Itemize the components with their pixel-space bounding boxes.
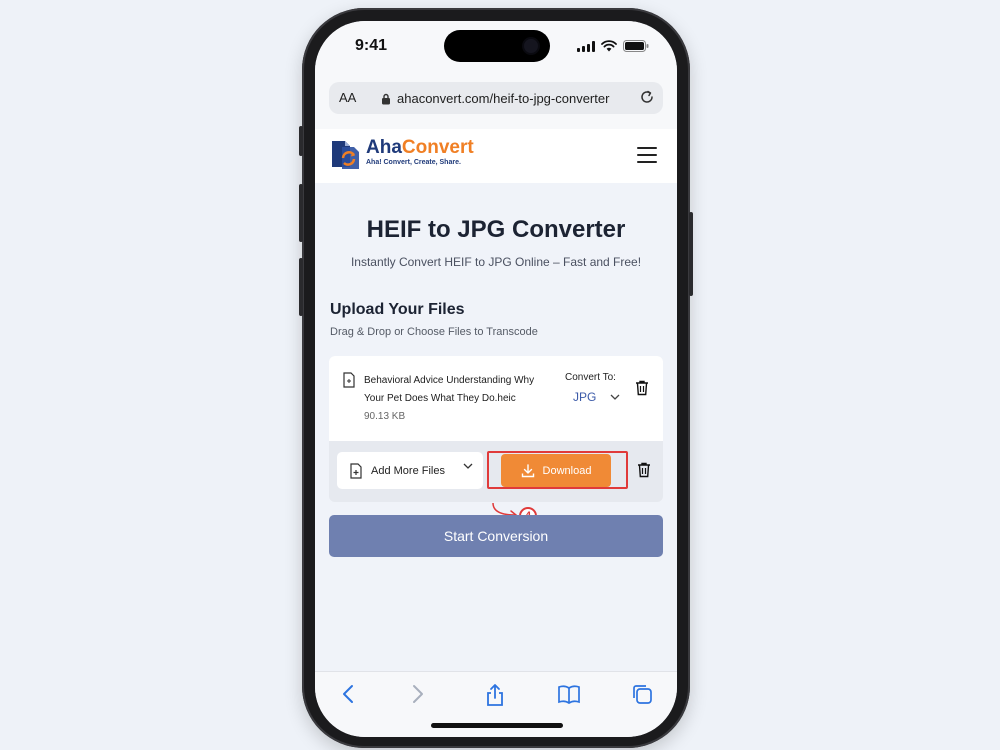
lock-icon [382, 93, 390, 104]
wifi-icon [601, 40, 617, 52]
format-select[interactable]: JPG [573, 390, 620, 404]
dynamic-island [444, 30, 550, 62]
file-row: Behavioral Advice Understanding Why Your… [329, 356, 663, 441]
menu-icon[interactable] [637, 147, 657, 168]
home-indicator [431, 723, 563, 728]
add-file-icon [350, 462, 362, 479]
upload-subheading: Drag & Drop or Choose Files to Transcode [330, 326, 538, 338]
battery-icon [623, 40, 649, 52]
file-name: Behavioral Advice Understanding Why Your… [364, 375, 535, 404]
volume-down-button [299, 258, 303, 316]
file-actions: Add More Files Download [337, 451, 655, 490]
start-conversion-button[interactable]: Start Conversion [329, 515, 663, 557]
download-button[interactable]: Download [501, 454, 611, 487]
back-icon[interactable] [341, 683, 355, 705]
site-logo[interactable]: AhaConvert Aha! Convert, Create, Share. [330, 138, 474, 170]
delete-file-icon[interactable] [635, 380, 649, 396]
delete-all-icon[interactable] [637, 462, 651, 478]
status-bar: 9:41 [315, 21, 677, 73]
file-size: 90.13 KB [364, 411, 406, 422]
tabs-icon[interactable] [631, 683, 653, 705]
phone-frame: 9:41 AA ahaconvert.com/heif-to-jpg-conve… [299, 8, 693, 748]
browser-address-area: AA ahaconvert.com/heif-to-jpg-converter [315, 73, 677, 129]
site-header: AhaConvert Aha! Convert, Create, Share. [315, 129, 677, 183]
brand-tagline: Aha! Convert, Create, Share. [366, 159, 461, 166]
cellular-signal-icon [577, 40, 595, 52]
add-more-label: Add More Files [371, 464, 445, 477]
download-icon [521, 463, 534, 477]
convert-to-label: Convert To: [565, 372, 616, 383]
volume-up-button [299, 184, 303, 242]
chevron-down-icon [463, 463, 473, 469]
phone-screen: 9:41 AA ahaconvert.com/heif-to-jpg-conve… [315, 21, 677, 737]
chevron-down-icon [610, 394, 620, 400]
add-more-files-button[interactable]: Add More Files [337, 452, 483, 489]
upload-heading: Upload Your Files [330, 301, 465, 318]
browser-toolbar [315, 671, 677, 737]
ahaconvert-logo-icon [332, 141, 359, 169]
brand-name: AhaConvert [366, 137, 474, 158]
action-button [299, 126, 303, 156]
forward-icon[interactable] [411, 683, 425, 705]
file-card: Behavioral Advice Understanding Why Your… [329, 356, 663, 502]
download-label: Download [542, 464, 592, 477]
status-icons [577, 40, 649, 52]
format-value: JPG [573, 390, 597, 404]
power-button [689, 212, 693, 296]
reload-icon[interactable] [639, 89, 655, 105]
url-text: ahaconvert.com/heif-to-jpg-converter [397, 91, 610, 106]
page-title: HEIF to JPG Converter [366, 216, 626, 243]
text-size-button[interactable]: AA [339, 90, 356, 105]
page-subtitle: Instantly Convert HEIF to JPG Online – F… [350, 255, 642, 269]
file-icon [343, 372, 355, 388]
address-bar[interactable]: AA ahaconvert.com/heif-to-jpg-converter [329, 82, 663, 114]
bookmarks-icon[interactable] [557, 683, 581, 705]
url-display[interactable]: ahaconvert.com/heif-to-jpg-converter [381, 91, 609, 106]
share-icon[interactable] [485, 683, 505, 707]
status-time: 9:41 [355, 37, 388, 54]
